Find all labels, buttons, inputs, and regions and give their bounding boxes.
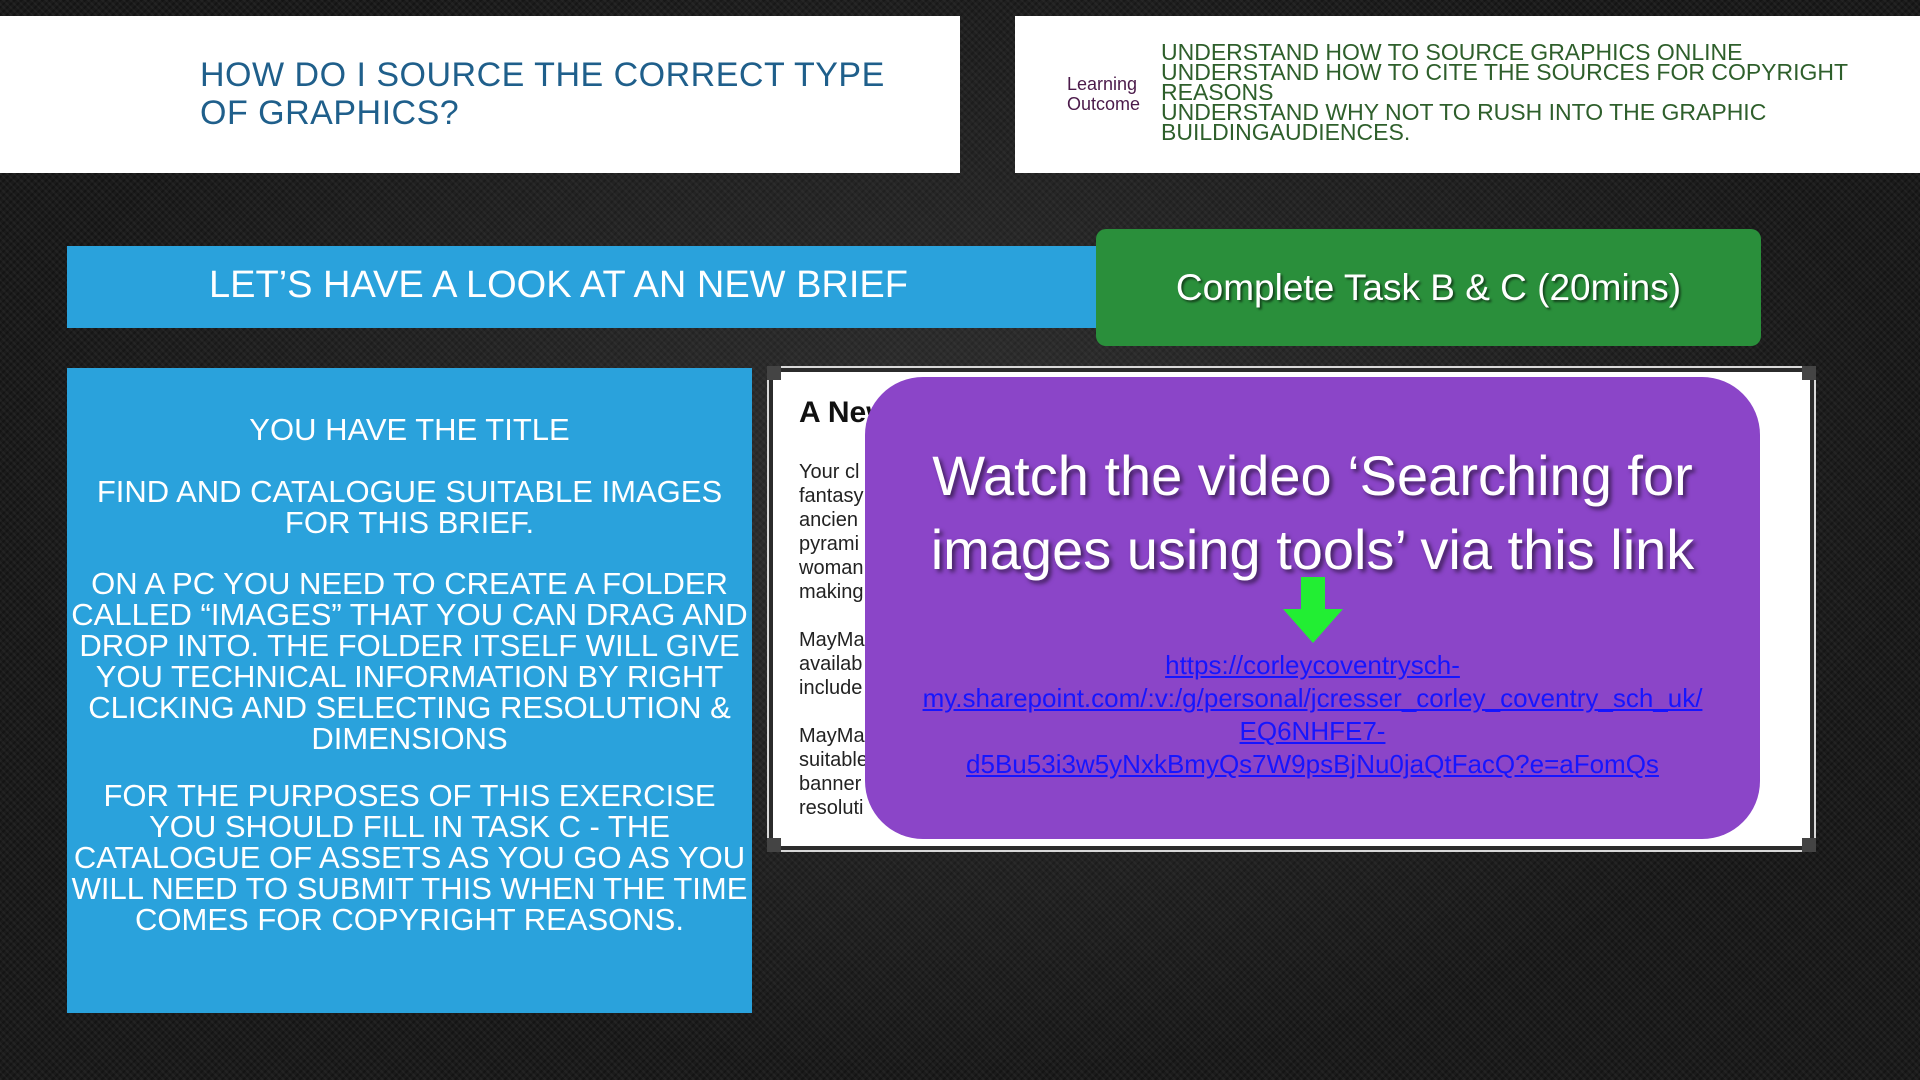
new-brief-banner: LET’S HAVE A LOOK AT AN NEW BRIEF [67, 246, 1097, 328]
instructions-panel: YOU HAVE THE TITLE FIND AND CATALOGUE SU… [67, 368, 752, 1013]
learning-outcome-item: BUILDINGAUDIENCES. [1161, 119, 1411, 145]
learning-outcome-label-line-2: Outcome [1067, 94, 1141, 114]
slide-title-line-1: HOW DO I SOURCE THE CORRECT TYPE [200, 56, 885, 94]
video-callout-card: Watch the video ‘Searching for images us… [865, 377, 1760, 839]
frame-corner [767, 366, 781, 380]
learning-outcome-list: UNDERSTAND HOW TO SOURCE GRAPHICS ONLINE… [1161, 41, 1911, 145]
slide-title-box: HOW DO I SOURCE THE CORRECT TYPE OF GRAP… [0, 16, 960, 173]
frame-corner [767, 838, 781, 852]
frame-corner [1802, 838, 1816, 852]
video-link-line-1[interactable]: https://corleycoventrysch- [885, 649, 1740, 682]
video-link-line-2[interactable]: my.sharepoint.com/:v:/g/personal/jcresse… [885, 682, 1740, 715]
video-callout-title: Watch the video ‘Searching for images us… [865, 439, 1760, 587]
slide-title-line-2: OF GRAPHICS? [200, 94, 460, 132]
learning-outcome-label: Learning Outcome [1067, 74, 1141, 114]
complete-task-button[interactable]: Complete Task B & C (20mins) [1096, 229, 1761, 346]
learning-outcome-label-line-1: Learning [1067, 74, 1138, 94]
video-link[interactable]: https://corleycoventrysch- my.sharepoint… [885, 649, 1740, 781]
instruction-create-folder: ON A PC YOU NEED TO CREATE A FOLDER CALL… [71, 566, 748, 756]
arrow-down-icon [1283, 577, 1343, 643]
instruction-find-images: FIND AND CATALOGUE SUITABLE IMAGES FOR T… [96, 474, 723, 540]
video-link-line-3[interactable]: EQ6NHFE7- [885, 715, 1740, 748]
learning-outcome-box: Learning Outcome UNDERSTAND HOW TO SOURC… [1015, 16, 1920, 173]
learning-outcome-item: UNDERSTAND HOW TO CITE THE SOURCES FOR C… [1161, 59, 1849, 85]
video-callout-title-line-2: images using tools’ via this link [930, 518, 1695, 581]
video-callout-title-line-1: Watch the video ‘Searching for [932, 444, 1693, 507]
instruction-title: YOU HAVE THE TITLE [249, 412, 570, 447]
instruction-task-c: FOR THE PURPOSES OF THIS EXERCISE YOU SH… [71, 778, 748, 937]
slide-title: HOW DO I SOURCE THE CORRECT TYPE OF GRAP… [200, 56, 920, 132]
video-link-line-4[interactable]: d5Bu53i3w5yNxkBmyQs7W9psBjNu0jaQtFacQ?e=… [885, 748, 1740, 781]
frame-corner [1802, 366, 1816, 380]
new-brief-label: LET’S HAVE A LOOK AT AN NEW BRIEF [209, 264, 908, 306]
